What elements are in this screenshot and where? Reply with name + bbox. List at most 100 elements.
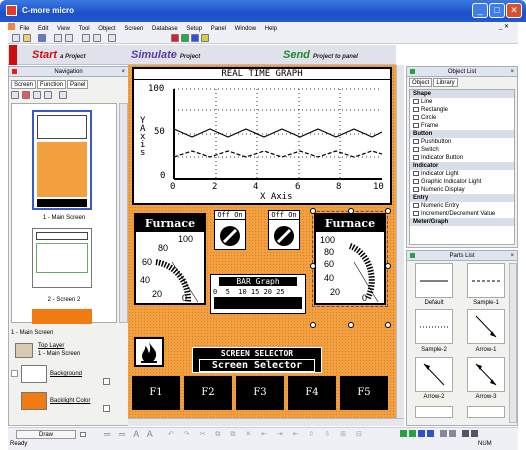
object-item[interactable]: Switch: [410, 146, 514, 154]
canvas-hscroll[interactable]: [128, 418, 404, 426]
part-arrow-1[interactable]: [467, 309, 505, 344]
screen-options-icon[interactable]: [59, 91, 67, 99]
object-list-close[interactable]: ×: [510, 67, 514, 77]
color-blue-icon[interactable]: [191, 34, 199, 42]
screen-thumb-2[interactable]: [32, 228, 92, 288]
arrange-icons[interactable]: ↶ ↷ ✂ ⧉ ⧉ ✕ ⇤ ⇥ ⇤ ⇧ ⇩ ⊞ ⊟: [168, 430, 408, 439]
object-category[interactable]: Meter/Graph: [410, 218, 514, 226]
top-layer-label[interactable]: Top Layer: [38, 343, 64, 349]
screen-selector[interactable]: SCREEN SELECTOR Screen Selector: [192, 347, 322, 373]
part-sample-2[interactable]: [415, 309, 453, 344]
f2-key[interactable]: F2: [184, 376, 232, 410]
f5-key[interactable]: F5: [340, 376, 388, 410]
cut-icon[interactable]: [82, 34, 90, 42]
paste-screen-icon[interactable]: [44, 91, 52, 99]
new-icon[interactable]: [12, 34, 20, 42]
f3-key[interactable]: F3: [236, 376, 284, 410]
x-axis-label: X Axis: [260, 192, 293, 202]
close-button[interactable]: ✕: [506, 3, 522, 18]
part-partial[interactable]: [415, 406, 453, 418]
save-icon[interactable]: [38, 34, 46, 42]
tab-panel[interactable]: Panel: [67, 80, 89, 89]
selection-handle[interactable]: [385, 208, 391, 214]
screen-thumb-3[interactable]: [32, 309, 92, 324]
minimize-button[interactable]: _: [472, 3, 488, 18]
object-category[interactable]: Indicator: [410, 162, 514, 170]
print-icon[interactable]: [54, 34, 62, 42]
object-item[interactable]: Increment/Decrement Value: [410, 210, 514, 218]
tab-library[interactable]: Library: [433, 78, 458, 87]
part-partial[interactable]: [467, 406, 505, 418]
start-project-button[interactable]: Start a Project: [32, 49, 85, 61]
delete-screen-icon[interactable]: [22, 91, 30, 99]
help-icon[interactable]: [108, 34, 116, 42]
part-sample-1[interactable]: [467, 263, 505, 298]
selection-handle[interactable]: [310, 263, 316, 269]
draw-dropdown[interactable]: [80, 432, 86, 437]
selection-handle[interactable]: [348, 322, 354, 328]
backlight-dropdown[interactable]: [103, 405, 110, 412]
screen-canvas[interactable]: REAL TIME GRAPH 100 50 0 Y Axis 0 2 4 6 …: [128, 65, 396, 418]
background-checkbox[interactable]: [11, 370, 18, 377]
maximize-button[interactable]: □: [489, 3, 505, 18]
color-red-icon[interactable]: [171, 34, 179, 42]
object-item[interactable]: Indicator Light: [410, 170, 514, 178]
backlight-label[interactable]: Backlight Color: [50, 398, 90, 404]
object-item[interactable]: Graphic Indicator Light: [410, 178, 514, 186]
background-swatch[interactable]: [21, 365, 47, 383]
f4-key[interactable]: F4: [288, 376, 336, 410]
object-item[interactable]: Indicator Button: [410, 154, 514, 162]
part-arrow-2[interactable]: [415, 357, 453, 392]
f1-key[interactable]: F1: [132, 376, 180, 410]
simulate-project-button[interactable]: Simulate Project: [131, 49, 200, 61]
new-screen-icon[interactable]: [11, 91, 19, 99]
object-item[interactable]: Numeric Entry: [410, 202, 514, 210]
object-item[interactable]: Rectangle: [410, 106, 514, 114]
align-icons[interactable]: ═ ═ A A: [104, 429, 156, 439]
furnace-2-gauge[interactable]: Furnace #2 100 80 60 40 20 0: [312, 211, 388, 307]
tab-object[interactable]: Object: [409, 78, 433, 87]
canvas-vscroll[interactable]: [396, 65, 404, 418]
navigation-close[interactable]: ×: [121, 67, 125, 77]
background-label[interactable]: Background: [50, 371, 82, 377]
screen-list-scrollbar[interactable]: [119, 103, 128, 323]
selection-handle[interactable]: [385, 263, 391, 269]
send-project-button[interactable]: Send Project to panel: [283, 49, 358, 61]
mdi-controls[interactable]: _ ✕: [499, 23, 509, 30]
screen-thumb-1[interactable]: [32, 110, 92, 210]
tab-function[interactable]: Function: [37, 80, 67, 89]
parts-scrollbar[interactable]: [509, 263, 517, 423]
copy-icon[interactable]: [93, 34, 101, 42]
bar-graph[interactable]: BAR Graph 0 5 10 15 20 25: [210, 274, 306, 314]
object-item[interactable]: Frame: [410, 122, 514, 130]
color-tool-icons[interactable]: [400, 430, 516, 439]
selection-handle[interactable]: [310, 208, 316, 214]
off-on-switch-1[interactable]: Off On: [214, 210, 246, 250]
preview-icon[interactable]: [65, 34, 73, 42]
object-category[interactable]: Button: [410, 130, 514, 138]
part-arrow-3[interactable]: [467, 357, 505, 392]
draw-button[interactable]: Draw: [16, 430, 76, 439]
color-yellow-icon[interactable]: [201, 34, 209, 42]
object-category[interactable]: Shape: [410, 90, 514, 98]
object-item[interactable]: Circle: [410, 114, 514, 122]
object-item[interactable]: Pushbutton: [410, 138, 514, 146]
tab-screen[interactable]: Screen: [11, 80, 37, 89]
background-dropdown[interactable]: [103, 378, 110, 385]
object-item[interactable]: Line: [410, 98, 514, 106]
selection-handle[interactable]: [310, 322, 316, 328]
object-item[interactable]: Numeric Display: [410, 186, 514, 194]
off-on-switch-2[interactable]: Off On: [268, 210, 300, 250]
color-green-icon[interactable]: [181, 34, 189, 42]
backlight-swatch[interactable]: [21, 392, 47, 410]
furnace-1-gauge[interactable]: Furnace #1 100 80 60 40 20 0: [134, 213, 206, 305]
selection-handle[interactable]: [348, 208, 354, 214]
real-time-graph[interactable]: REAL TIME GRAPH 100 50 0 Y Axis 0 2 4 6 …: [132, 67, 392, 205]
selection-handle[interactable]: [385, 322, 391, 328]
part-default[interactable]: [415, 263, 453, 298]
screen-selector-button[interactable]: Screen Selector: [199, 359, 315, 372]
open-icon[interactable]: [23, 34, 31, 42]
parts-list-close[interactable]: ×: [510, 251, 514, 261]
copy-screen-icon[interactable]: [33, 91, 41, 99]
object-category[interactable]: Entry: [410, 194, 514, 202]
